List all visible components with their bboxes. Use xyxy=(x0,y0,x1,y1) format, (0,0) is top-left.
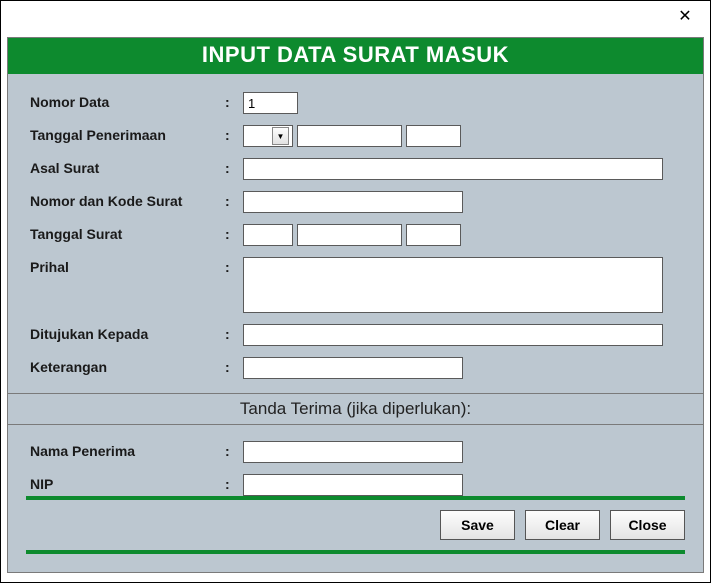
label-prihal: Prihal xyxy=(30,257,225,275)
label-nomor-kode: Nomor dan Kode Surat xyxy=(30,191,225,209)
label-tanggal-penerimaan: Tanggal Penerimaan xyxy=(30,125,225,143)
input-tp-year[interactable] xyxy=(406,125,461,147)
clear-button[interactable]: Clear xyxy=(525,510,600,540)
label-nama-penerima: Nama Penerima xyxy=(30,441,225,459)
combo-tp-day[interactable]: ▼ xyxy=(243,125,293,147)
row-nomor-kode: Nomor dan Kode Surat : xyxy=(30,191,681,213)
row-asal-surat: Asal Surat : xyxy=(30,158,681,180)
separator-green-bottom xyxy=(26,550,685,554)
form-area: Nomor Data : Tanggal Penerimaan : ▼ xyxy=(8,74,703,394)
input-nip[interactable] xyxy=(243,474,463,496)
row-ditujukan: Ditujukan Kepada : xyxy=(30,324,681,346)
label-tanggal-surat: Tanggal Surat xyxy=(30,224,225,242)
separator-green xyxy=(26,496,685,500)
input-nomor-kode[interactable] xyxy=(243,191,463,213)
row-keterangan: Keterangan : xyxy=(30,357,681,379)
input-ts-day[interactable] xyxy=(243,224,293,246)
row-prihal: Prihal : xyxy=(30,257,681,313)
row-tanggal-penerimaan: Tanggal Penerimaan : ▼ xyxy=(30,125,681,147)
input-keterangan[interactable] xyxy=(243,357,463,379)
chevron-down-icon[interactable]: ▼ xyxy=(272,127,289,145)
label-nomor-data: Nomor Data xyxy=(30,92,225,110)
close-button[interactable]: Close xyxy=(610,510,685,540)
label-nip: NIP xyxy=(30,474,225,492)
input-nomor-data[interactable] xyxy=(243,92,298,114)
input-asal-surat[interactable] xyxy=(243,158,663,180)
row-nip: NIP : xyxy=(30,474,681,496)
save-button[interactable]: Save xyxy=(440,510,515,540)
label-ditujukan: Ditujukan Kepada xyxy=(30,324,225,342)
row-nama-penerima: Nama Penerima : xyxy=(30,441,681,463)
input-tp-month[interactable] xyxy=(297,125,402,147)
textarea-prihal[interactable] xyxy=(243,257,663,313)
page-title: INPUT DATA SURAT MASUK xyxy=(8,38,703,74)
input-nama-penerima[interactable] xyxy=(243,441,463,463)
row-nomor-data: Nomor Data : xyxy=(30,92,681,114)
label-asal-surat: Asal Surat xyxy=(30,158,225,176)
content-panel: INPUT DATA SURAT MASUK Nomor Data : Tang… xyxy=(7,37,704,573)
dialog-window: ✕ INPUT DATA SURAT MASUK Nomor Data : Ta… xyxy=(0,0,711,583)
section-receipt-label: Tanda Terima (jika diperlukan): xyxy=(8,394,703,425)
label-keterangan: Keterangan xyxy=(30,357,225,375)
input-ditujukan[interactable] xyxy=(243,324,663,346)
close-icon[interactable]: ✕ xyxy=(670,6,700,26)
row-tanggal-surat: Tanggal Surat : xyxy=(30,224,681,246)
input-tp-day[interactable] xyxy=(244,127,272,145)
input-ts-month[interactable] xyxy=(297,224,402,246)
input-ts-year[interactable] xyxy=(406,224,461,246)
button-bar: Save Clear Close xyxy=(8,496,703,564)
titlebar: ✕ xyxy=(1,1,710,31)
